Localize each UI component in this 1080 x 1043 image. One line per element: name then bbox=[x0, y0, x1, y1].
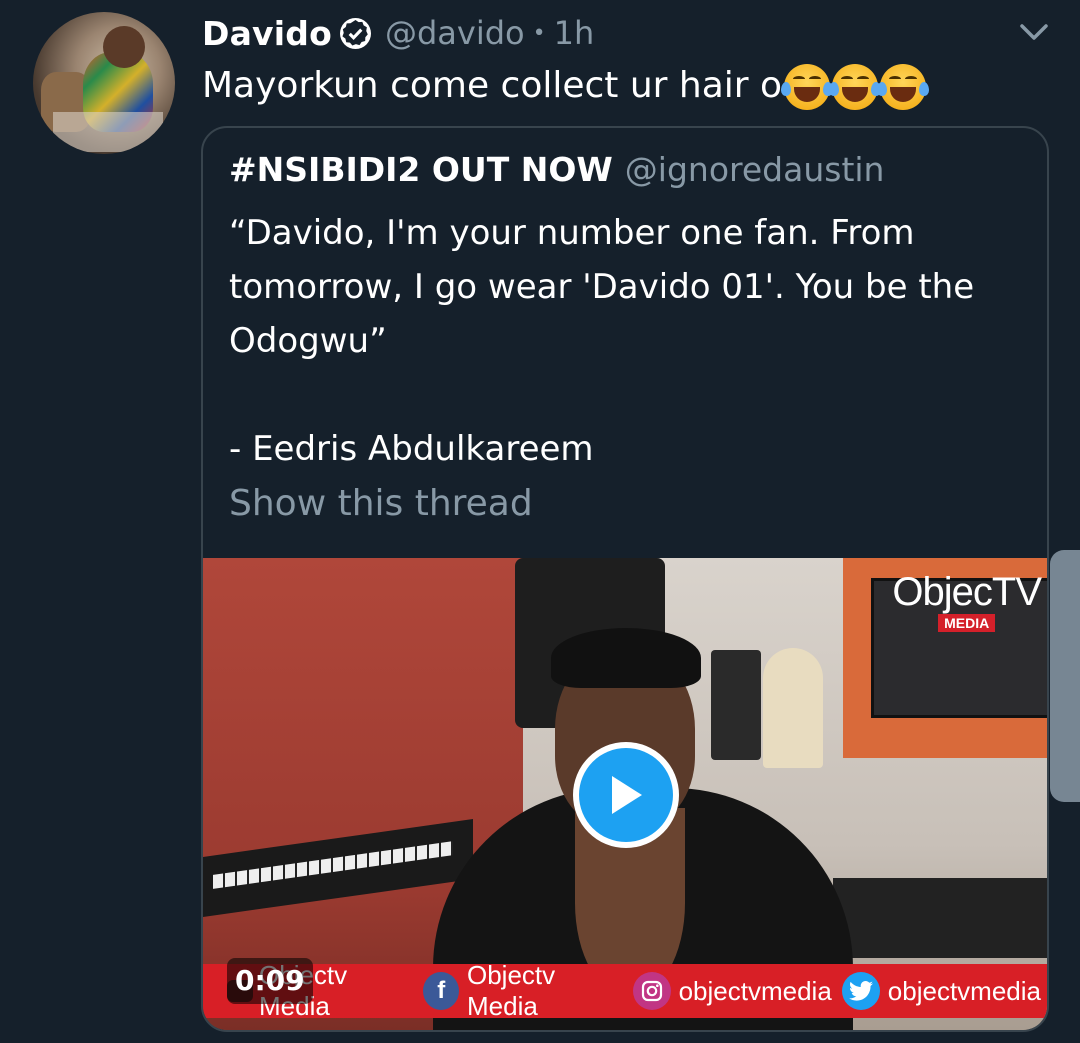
tears-of-joy-emoji-icon bbox=[781, 64, 834, 110]
chevron-down-icon[interactable] bbox=[1018, 20, 1050, 44]
tweet-header: Davido @davido • 1h bbox=[202, 12, 594, 54]
banner-facebook-label: Objectv Media bbox=[467, 960, 556, 1021]
author-name[interactable]: Davido bbox=[202, 14, 332, 53]
twitter-bird-icon bbox=[841, 972, 880, 1010]
banner-twitter: objectvmedia bbox=[841, 972, 1041, 1010]
instagram-icon bbox=[632, 972, 671, 1010]
banner-instagram: objectvmedia bbox=[632, 972, 832, 1010]
verified-badge-icon bbox=[339, 17, 371, 49]
banner-instagram-label: objectvmedia bbox=[678, 975, 832, 1006]
quoted-author-name[interactable]: #NSIBIDI2 OUT NOW bbox=[229, 150, 613, 189]
video-logo-badge: MEDIA bbox=[938, 614, 996, 632]
quoted-tweet-body: “Davido, I'm your number one fan. From t… bbox=[229, 213, 975, 469]
tweet-body: Mayorkun come collect ur hair o bbox=[202, 65, 783, 106]
play-icon bbox=[579, 748, 673, 842]
show-thread-link[interactable]: Show this thread bbox=[229, 483, 533, 524]
video-frame-mixer bbox=[833, 878, 1047, 958]
video-player[interactable]: ObjecTV MEDIA Objectv Media f Objectv Me… bbox=[203, 558, 1047, 1030]
scrollbar-thumb[interactable] bbox=[1050, 550, 1080, 802]
separator-dot: • bbox=[532, 20, 546, 46]
facebook-icon: f bbox=[423, 972, 459, 1010]
banner-twitter-label: objectvmedia bbox=[887, 975, 1041, 1006]
video-frame-person-hair bbox=[551, 628, 701, 688]
tears-of-joy-emoji-icon bbox=[829, 64, 882, 110]
video-watermark-logo: ObjecTV MEDIA bbox=[892, 570, 1042, 632]
author-avatar[interactable] bbox=[33, 12, 175, 154]
tears-of-joy-emoji-icon bbox=[877, 64, 930, 110]
video-logo-text: ObjecTV bbox=[892, 570, 1042, 614]
video-frame-speaker-small bbox=[711, 650, 761, 760]
emoji-group bbox=[781, 64, 930, 110]
author-handle[interactable]: @davido bbox=[385, 14, 525, 52]
banner-facebook: f Objectv Media bbox=[423, 960, 622, 1022]
tweet-timestamp[interactable]: 1h bbox=[554, 14, 595, 52]
tweet-text: Mayorkun come collect ur hair o bbox=[202, 60, 930, 112]
quoted-author-handle[interactable]: @ignoredaustin bbox=[625, 150, 885, 189]
video-social-banner: Objectv Media f Objectv Media objectvmed… bbox=[203, 960, 1047, 1021]
video-duration-badge: 0:09 bbox=[227, 958, 313, 1004]
video-frame-trophy bbox=[763, 648, 823, 768]
play-button[interactable] bbox=[573, 742, 679, 848]
quoted-tweet-header: #NSIBIDI2 OUT NOW @ignoredaustin bbox=[229, 150, 884, 189]
quoted-tweet-card[interactable]: #NSIBIDI2 OUT NOW @ignoredaustin “Davido… bbox=[201, 126, 1049, 1032]
